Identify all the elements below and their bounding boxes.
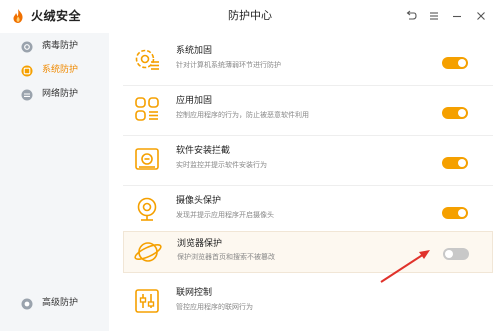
list-item-network-control: 联网控制 管控应用程序的联网行为 bbox=[123, 279, 493, 327]
row-description: 控制应用程序的行为，防止被恶意软件利用 bbox=[176, 111, 309, 119]
advanced-protection-icon bbox=[21, 298, 33, 310]
system-hardening-toggle[interactable] bbox=[442, 57, 468, 69]
divider bbox=[123, 85, 493, 86]
menu-icon[interactable] bbox=[427, 9, 441, 23]
sidebar-item-label: 高级防护 bbox=[42, 298, 79, 308]
row-title: 应用加固 bbox=[176, 96, 213, 106]
close-icon[interactable] bbox=[474, 9, 488, 23]
app-hardening-toggle[interactable] bbox=[442, 107, 468, 119]
list-item-browser-protection: 浏览器保护 保护浏览器首页和搜索不被篡改 bbox=[123, 231, 493, 273]
row-description: 保护浏览器首页和搜索不被篡改 bbox=[177, 253, 275, 261]
list-item-app-hardening: 应用加固 控制应用程序的行为，防止被恶意软件利用 bbox=[123, 87, 493, 135]
sidebar-item-label: 病毒防护 bbox=[42, 41, 79, 51]
sidebar-item-advanced[interactable]: 高级防护 bbox=[0, 292, 109, 316]
install-block-icon bbox=[135, 148, 159, 170]
divider bbox=[123, 135, 493, 136]
protection-list: 系统加固 针对计算机系统薄弱环节进行防护 应用加固 控制应用程序的行为，防止被恶… bbox=[109, 33, 500, 331]
list-item-install-block: 软件安装拦截 实时监控并提示软件安装行为 bbox=[123, 137, 493, 185]
row-title: 联网控制 bbox=[176, 288, 213, 298]
row-title: 摄像头保护 bbox=[176, 196, 222, 206]
install-block-toggle[interactable] bbox=[442, 157, 468, 169]
sidebar-item-label: 网络防护 bbox=[42, 89, 79, 99]
row-description: 针对计算机系统薄弱环节进行防护 bbox=[176, 61, 281, 69]
divider bbox=[123, 185, 493, 186]
row-description: 发现并提示应用程序开启摄像头 bbox=[176, 211, 274, 219]
browser-icon bbox=[134, 242, 162, 262]
sidebar-item-label: 系统防护 bbox=[42, 65, 79, 75]
sidebar-item-system[interactable]: 系统防护 bbox=[0, 59, 109, 83]
sidebar: 病毒防护 系统防护 网络防护 高级防护 bbox=[0, 33, 109, 331]
app-window: 火绒安全 防护中心 病毒防护 系统防护 网络防护 高级防护 系统加固 针对计算机… bbox=[0, 0, 500, 331]
camera-protection-toggle[interactable] bbox=[442, 207, 468, 219]
row-description: 实时监控并提示软件安装行为 bbox=[176, 161, 267, 169]
row-description: 管控应用程序的联网行为 bbox=[176, 303, 253, 311]
list-item-camera-protection: 摄像头保护 发现并提示应用程序开启摄像头 bbox=[123, 187, 493, 235]
back-icon[interactable] bbox=[404, 9, 418, 23]
system-protection-icon bbox=[21, 65, 33, 77]
window-title: 防护中心 bbox=[228, 9, 272, 22]
minimize-icon[interactable] bbox=[450, 9, 464, 23]
gear-icon bbox=[135, 49, 159, 70]
virus-protection-icon bbox=[21, 41, 33, 53]
row-title: 系统加固 bbox=[176, 46, 213, 56]
title-bar: 火绒安全 防护中心 bbox=[0, 0, 500, 33]
row-title: 浏览器保护 bbox=[177, 239, 223, 249]
sidebar-item-virus[interactable]: 病毒防护 bbox=[0, 35, 109, 59]
browser-protection-toggle[interactable] bbox=[443, 248, 469, 260]
row-title: 软件安装拦截 bbox=[176, 146, 231, 156]
sidebar-item-network[interactable]: 网络防护 bbox=[0, 83, 109, 107]
list-item-system-hardening: 系统加固 针对计算机系统薄弱环节进行防护 bbox=[123, 37, 493, 85]
apps-icon bbox=[135, 97, 159, 121]
network-protection-icon bbox=[21, 89, 33, 101]
camera-icon bbox=[137, 197, 157, 221]
network-control-icon bbox=[135, 289, 159, 313]
